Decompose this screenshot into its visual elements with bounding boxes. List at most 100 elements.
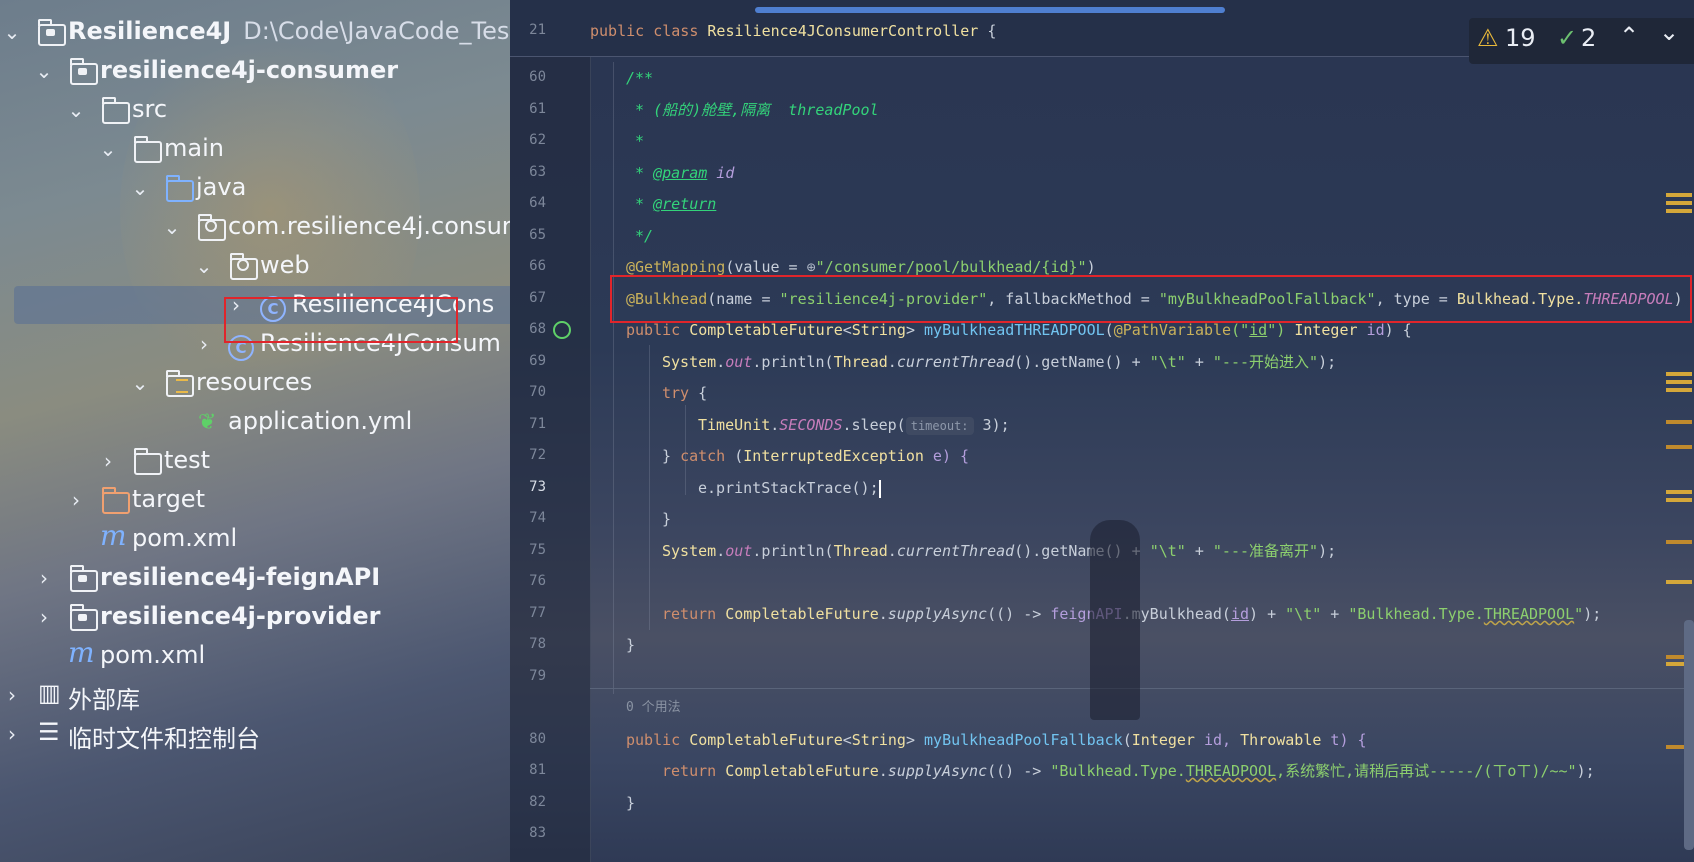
line-number: 81	[529, 762, 546, 778]
folder-icon	[134, 136, 162, 163]
chevron-right-icon[interactable]: ›	[34, 565, 54, 591]
chevron-down-icon[interactable]: ⌄	[162, 214, 182, 240]
chevron-up-icon[interactable]: ⌃	[1619, 22, 1639, 50]
horizontal-scroll-indicator[interactable]	[755, 7, 1225, 13]
tree-item-application-yml[interactable]: ❦ application.yml	[0, 402, 510, 444]
chevron-down-icon[interactable]: ⌄	[66, 97, 86, 123]
tree-item-web[interactable]: ⌄ web	[0, 246, 510, 288]
error-stripe-marker[interactable]	[1666, 445, 1692, 449]
chevron-right-icon[interactable]: ›	[2, 682, 22, 708]
error-stripe-marker[interactable]	[1666, 209, 1692, 213]
line-number: 68	[529, 321, 546, 337]
error-stripe-marker[interactable]	[1666, 580, 1692, 584]
tree-item-root-pom[interactable]: m pom.xml	[0, 636, 510, 678]
line-number: 83	[529, 825, 546, 841]
chevron-down-icon[interactable]: ⌄	[98, 136, 118, 162]
chevron-right-icon[interactable]: ›	[98, 448, 118, 474]
code-line-60: /**	[626, 69, 654, 87]
error-stripe-marker[interactable]	[1666, 372, 1692, 376]
code-line-78: }	[626, 636, 636, 654]
method-separator	[590, 688, 1690, 689]
tree-item-label: main	[164, 134, 224, 162]
code-line-69: System.out.println(Thread.currentThread(…	[662, 353, 1337, 371]
tree-item-java[interactable]: ⌄ java	[0, 168, 510, 210]
tree-item-label: web	[260, 251, 310, 279]
line-number: 61	[529, 101, 546, 117]
line-number: 69	[529, 353, 546, 369]
usage-hint[interactable]: 0 个用法	[626, 697, 681, 719]
chevron-down-icon[interactable]: ⌄	[2, 19, 22, 45]
warning-icon[interactable]: ⚠	[1477, 24, 1499, 52]
tree-item-consumer-module[interactable]: ⌄ resilience4j-consumer	[0, 51, 510, 93]
tree-item-main[interactable]: ⌄ main	[0, 129, 510, 171]
chevron-right-icon[interactable]: ›	[2, 721, 22, 747]
line-number: 64	[529, 195, 546, 211]
chevron-right-icon[interactable]: ›	[194, 331, 214, 357]
tree-item-label: resilience4j-consumer	[100, 56, 399, 84]
line-number: 77	[529, 605, 546, 621]
chevron-right-icon[interactable]: ›	[34, 604, 54, 630]
line-number: 76	[529, 573, 546, 589]
error-stripe-marker[interactable]	[1666, 498, 1692, 502]
spring-boot-icon: ❦	[198, 410, 217, 435]
tree-item-label: src	[132, 95, 168, 123]
chevron-down-icon[interactable]: ⌄	[194, 253, 214, 279]
endpoint-gutter-icon[interactable]	[553, 321, 571, 339]
check-icon[interactable]: ✓	[1557, 24, 1577, 52]
tree-item-provider-module[interactable]: › resilience4j-provider	[0, 597, 510, 639]
error-stripe-marker[interactable]	[1666, 420, 1692, 424]
chevron-right-icon[interactable]: ›	[66, 487, 86, 513]
tree-item-src[interactable]: ⌄ src	[0, 90, 510, 132]
text-caret	[878, 479, 881, 498]
tree-item-label: java	[196, 173, 247, 201]
line-number: 82	[529, 794, 546, 810]
vertical-scrollbar[interactable]	[1684, 620, 1694, 850]
chevron-down-icon[interactable]: ⌄	[130, 175, 150, 201]
warning-count: 19	[1505, 24, 1536, 52]
tree-item-root[interactable]: ⌄ Resilience4J D:\Code\JavaCode_Test\	[0, 12, 510, 54]
package-icon	[230, 253, 258, 280]
module-folder-icon	[70, 565, 98, 592]
chevron-down-icon[interactable]: ⌄	[34, 58, 54, 84]
tree-item-target[interactable]: › target	[0, 480, 510, 522]
excluded-folder-icon	[102, 487, 130, 514]
code-line-77: return CompletableFuture.supplyAsync(() …	[662, 605, 1602, 623]
error-stripe-marker[interactable]	[1666, 540, 1692, 544]
line-number: 75	[529, 542, 546, 558]
tree-item-package[interactable]: ⌄ com.resilience4j.consur	[0, 207, 510, 249]
module-folder-icon	[70, 58, 98, 85]
resources-folder-icon	[166, 370, 194, 397]
globe-icon[interactable]: ⊕	[807, 258, 816, 276]
line-number-current: 73	[529, 479, 546, 495]
highlight-box-controller-file	[224, 297, 458, 343]
module-folder-icon	[38, 19, 66, 46]
tree-item-external-libs[interactable]: › ▥ 外部库	[0, 675, 510, 717]
line-number: 65	[529, 227, 546, 243]
tree-item-consumer-pom[interactable]: m pom.xml	[0, 519, 510, 561]
tree-item-label: target	[132, 485, 205, 513]
project-tree-panel: ⌄ Resilience4J D:\Code\JavaCode_Test\ ⌄ r…	[0, 0, 510, 862]
line-number: 63	[529, 164, 546, 180]
parameter-hint: timeout:	[905, 417, 974, 435]
inspection-widget[interactable]: ⚠ 19 ✓ 2 ⌃ ⌄	[1469, 18, 1694, 64]
code-line-65: */	[626, 227, 654, 245]
tree-item-feign-module[interactable]: › resilience4j-feignAPI	[0, 558, 510, 600]
error-stripe-marker[interactable]	[1666, 201, 1692, 205]
chevron-down-icon[interactable]: ⌄	[1659, 18, 1679, 46]
tree-item-resources[interactable]: ⌄ resources	[0, 363, 510, 405]
line-number: 80	[529, 731, 546, 747]
tree-item-test[interactable]: › test	[0, 441, 510, 483]
code-editor[interactable]: 21 public class Resilience4JConsumerCont…	[510, 0, 1694, 862]
code-line-82: }	[626, 794, 636, 812]
tree-item-label: resources	[196, 368, 313, 396]
package-icon	[198, 214, 226, 241]
error-stripe-marker[interactable]	[1666, 388, 1692, 392]
tree-item-label: resilience4j-provider	[100, 602, 381, 630]
error-stripe-marker[interactable]	[1666, 380, 1692, 384]
chevron-down-icon[interactable]: ⌄	[130, 370, 150, 396]
tree-item-scratches[interactable]: › ☰ 临时文件和控制台	[0, 714, 510, 756]
error-stripe-marker[interactable]	[1666, 490, 1692, 494]
code-line-74: }	[662, 510, 672, 528]
error-stripe-marker[interactable]	[1666, 193, 1692, 197]
tree-item-label: pom.xml	[132, 524, 238, 552]
